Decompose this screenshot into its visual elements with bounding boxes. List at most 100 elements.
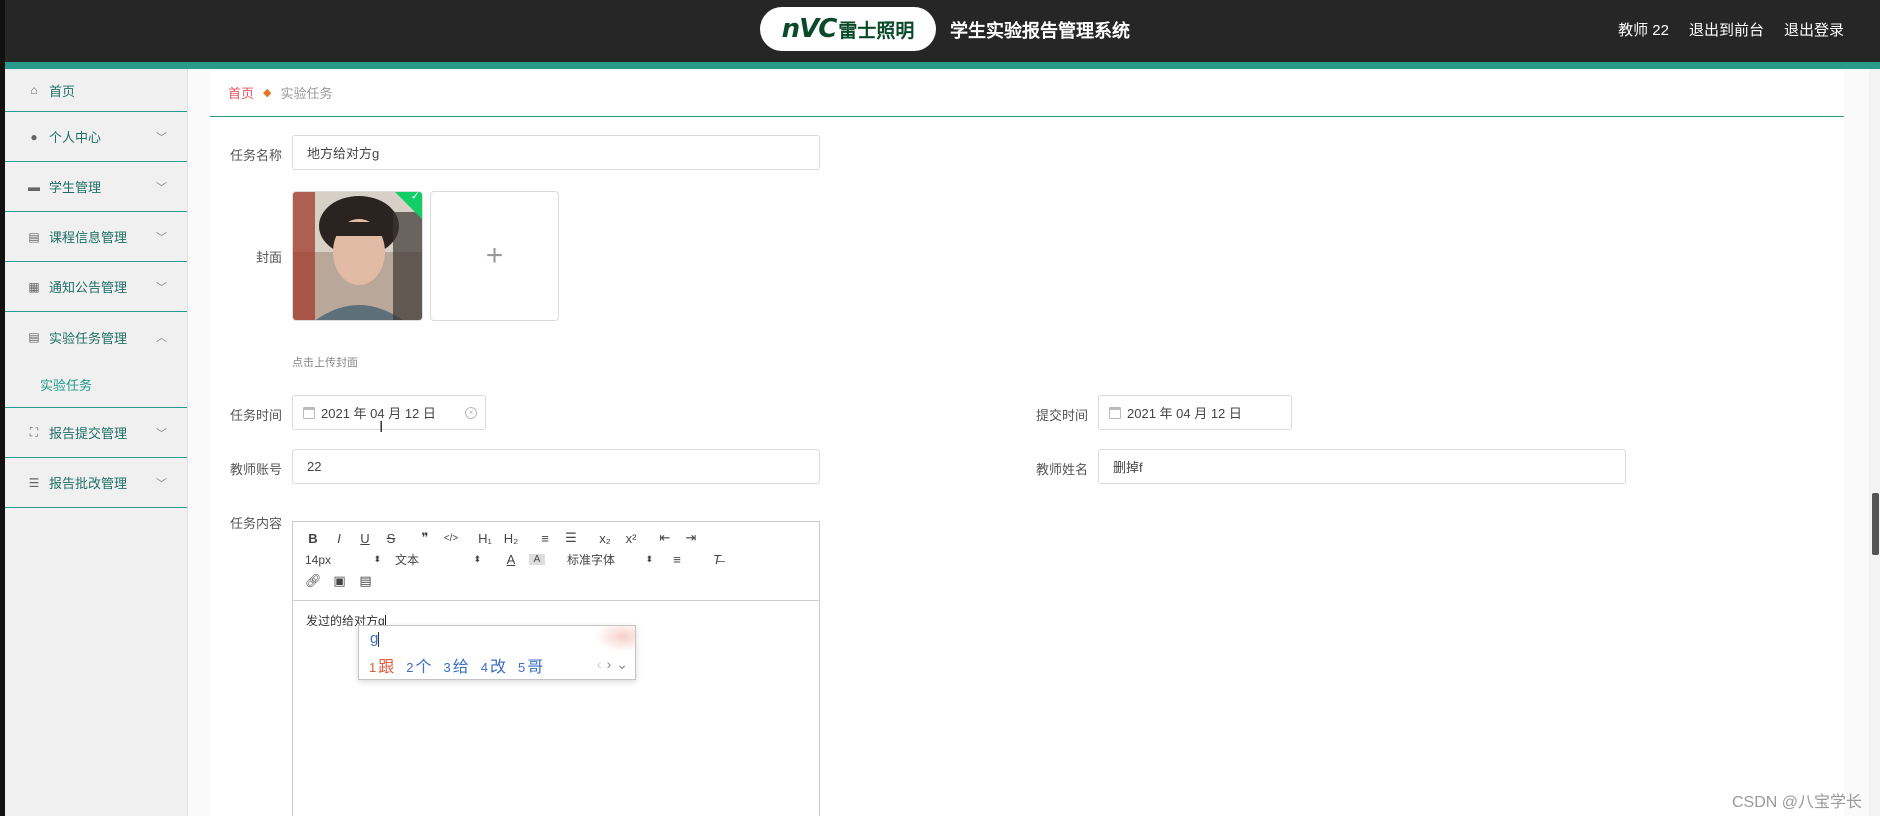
sidebar-item-personal-center[interactable]: ● 个人中心 ﹀ [5, 112, 187, 162]
background-color-icon[interactable]: A [529, 554, 545, 565]
code-block-button[interactable]: </> [443, 533, 459, 544]
clear-format-icon[interactable]: T̶ [709, 552, 725, 567]
submit-time-picker[interactable]: 2021 年 04 月 12 日 [1098, 395, 1292, 430]
ordered-list-button[interactable]: ≡ [537, 531, 553, 546]
cover-portrait [293, 192, 422, 320]
monitor-icon: ▬ [28, 179, 40, 194]
sidebar-item-label: 报告批改管理 [49, 476, 128, 491]
sidebar-item-label: 课程信息管理 [49, 230, 128, 245]
form-panel: 首页 ◆ 实验任务 任务名称 地方给对方g 封面 ✓ + 点击上传封面 任务时间… [210, 69, 1844, 816]
bold-button[interactable]: B [305, 531, 321, 546]
exit-to-front-link[interactable]: 退出到前台 [1689, 19, 1764, 40]
cover-upload-button[interactable]: + [430, 191, 559, 321]
logo-text: 雷士照明 [838, 20, 915, 42]
chevron-down-icon: ﹀ [156, 131, 167, 144]
select-arrows-icon: ⬍ [473, 554, 481, 564]
align-icon[interactable]: ≡ [669, 552, 685, 567]
task-time-picker[interactable]: 2021 年 04 月 12 日 × [292, 395, 486, 430]
task-time-label: 任务时间 [229, 408, 282, 423]
ime-candidate[interactable]: 5哥 [518, 653, 543, 677]
window-edge [0, 0, 5, 816]
ime-candidate[interactable]: 1跟 [369, 653, 394, 677]
editor-toolbar: B I U S ❞ </> H₁ H₂ ≡ ☰ x₂ x² ⇤ ⇥ 14px ⬍… [293, 522, 819, 601]
superscript-button[interactable]: x² [623, 531, 639, 546]
logo-mark: nVC [781, 14, 838, 44]
toolbar-row-3: 🔗︎ ▣ ▤ [305, 573, 374, 589]
teacher-name-label: 教师姓名 [1035, 462, 1088, 477]
plus-icon: + [485, 239, 504, 272]
sidebar-item-report-grading-management[interactable]: ☰ 报告批改管理 ﹀ [5, 458, 187, 508]
clipboard-icon: ▤ [28, 330, 40, 344]
ime-candidate-popup: g 1跟 2个 3给 4改 5哥 ‹ › ⌄ [358, 625, 636, 680]
breadcrumb-home[interactable]: 首页 [228, 83, 254, 102]
chevron-down-icon: ﹀ [156, 477, 167, 490]
task-name-label: 任务名称 [229, 148, 282, 163]
check-icon: ✓ [410, 191, 420, 203]
ime-expand-icon[interactable]: ⌄ [616, 656, 628, 673]
sidebar-item-report-submit-management[interactable]: ⛶ 报告提交管理 ﹀ [5, 408, 187, 458]
font-size-select[interactable]: 14px ⬍ [305, 553, 381, 567]
select-arrows-icon: ⬍ [373, 554, 381, 564]
scrollbar-thumb[interactable] [1872, 493, 1879, 555]
teacher-account-label: 教师账号 [229, 462, 282, 477]
video-icon[interactable]: ▤ [358, 573, 374, 589]
teacher-name-input[interactable]: 删掉f [1098, 449, 1626, 484]
ime-candidate[interactable]: 4改 [481, 653, 506, 677]
outdent-button[interactable]: ⇤ [657, 530, 673, 546]
bullet-list-button[interactable]: ☰ [563, 530, 579, 546]
sidebar-item-label: 个人中心 [49, 130, 102, 145]
sidebar-item-label: 通知公告管理 [49, 280, 128, 295]
ime-input-text: g [370, 630, 379, 647]
sidebar-item-label: 报告提交管理 [49, 426, 128, 441]
sidebar: ⌂ 首页 ● 个人中心 ﹀ ▬ 学生管理 ﹀ ▤ 课程信息管理 ﹀ ▦ 通知公告… [5, 69, 188, 816]
ime-candidates: 1跟 2个 3给 4改 5哥 [369, 653, 543, 677]
breadcrumb-current: 实验任务 [280, 86, 333, 101]
fullscreen-icon: ⛶ [29, 425, 39, 439]
ime-prev-page-icon[interactable]: ‹ [597, 656, 602, 673]
select-arrows-icon: ⬍ [645, 554, 653, 564]
submit-time-label: 提交时间 [1035, 408, 1088, 423]
sidebar-item-home[interactable]: ⌂ 首页 [5, 69, 187, 112]
indent-button[interactable]: ⇥ [683, 530, 699, 546]
breadcrumb-separator-icon: ◆ [263, 87, 272, 99]
font-color-icon[interactable]: A [503, 552, 519, 567]
sidebar-item-notice-management[interactable]: ▦ 通知公告管理 ﹀ [5, 262, 187, 312]
link-icon[interactable]: 🔗︎ [305, 573, 322, 589]
sidebar-item-label: 学生管理 [49, 180, 102, 195]
ime-caret [378, 631, 380, 647]
sidebar-item-experiment-task-management[interactable]: ▤ 实验任务管理 ︿ [5, 312, 187, 362]
font-family-value: 标准字体 [567, 553, 616, 567]
list-icon: ☰ [28, 475, 40, 490]
subscript-button[interactable]: x₂ [597, 531, 613, 546]
ime-next-page-icon[interactable]: › [607, 656, 612, 673]
ime-candidate[interactable]: 2个 [406, 653, 431, 677]
font-family-select[interactable]: 标准字体 ⬍ [567, 551, 653, 568]
font-size-value: 14px [305, 552, 332, 567]
page-scrollbar[interactable] [1869, 69, 1880, 816]
calendar-icon [303, 406, 315, 419]
logo: nVC 雷士照明 [760, 7, 936, 51]
h1-button[interactable]: H₁ [477, 531, 493, 546]
blockquote-button[interactable]: ❞ [417, 530, 433, 546]
clear-icon[interactable]: × [465, 406, 477, 419]
toolbar-row-1: B I U S ❞ </> H₁ H₂ ≡ ☰ x₂ x² ⇤ ⇥ [305, 530, 699, 546]
cover-image[interactable]: ✓ [292, 191, 423, 321]
user-icon: ● [30, 129, 38, 144]
underline-button[interactable]: U [357, 531, 373, 546]
block-format-value: 文本 [395, 553, 420, 567]
logout-link[interactable]: 退出登录 [1784, 19, 1844, 40]
block-format-select[interactable]: 文本 ⬍ [395, 551, 481, 568]
sidebar-item-course-management[interactable]: ▤ 课程信息管理 ﹀ [5, 212, 187, 262]
top-links: 教师 22 退出到前台 退出登录 [1618, 19, 1844, 40]
ime-candidate[interactable]: 3给 [444, 653, 469, 677]
image-icon[interactable]: ▣ [332, 573, 348, 589]
chevron-down-icon: ﹀ [156, 427, 167, 440]
italic-button[interactable]: I [331, 531, 347, 546]
strike-button[interactable]: S [383, 531, 399, 546]
sidebar-subitem-experiment-task[interactable]: 实验任务 [5, 362, 187, 408]
teacher-account-input[interactable]: 22 [292, 449, 820, 484]
task-name-input[interactable]: 地方给对方g [292, 135, 820, 170]
h2-button[interactable]: H₂ [503, 531, 519, 546]
task-content-label: 任务内容 [229, 516, 282, 531]
sidebar-item-student-management[interactable]: ▬ 学生管理 ﹀ [5, 162, 187, 212]
